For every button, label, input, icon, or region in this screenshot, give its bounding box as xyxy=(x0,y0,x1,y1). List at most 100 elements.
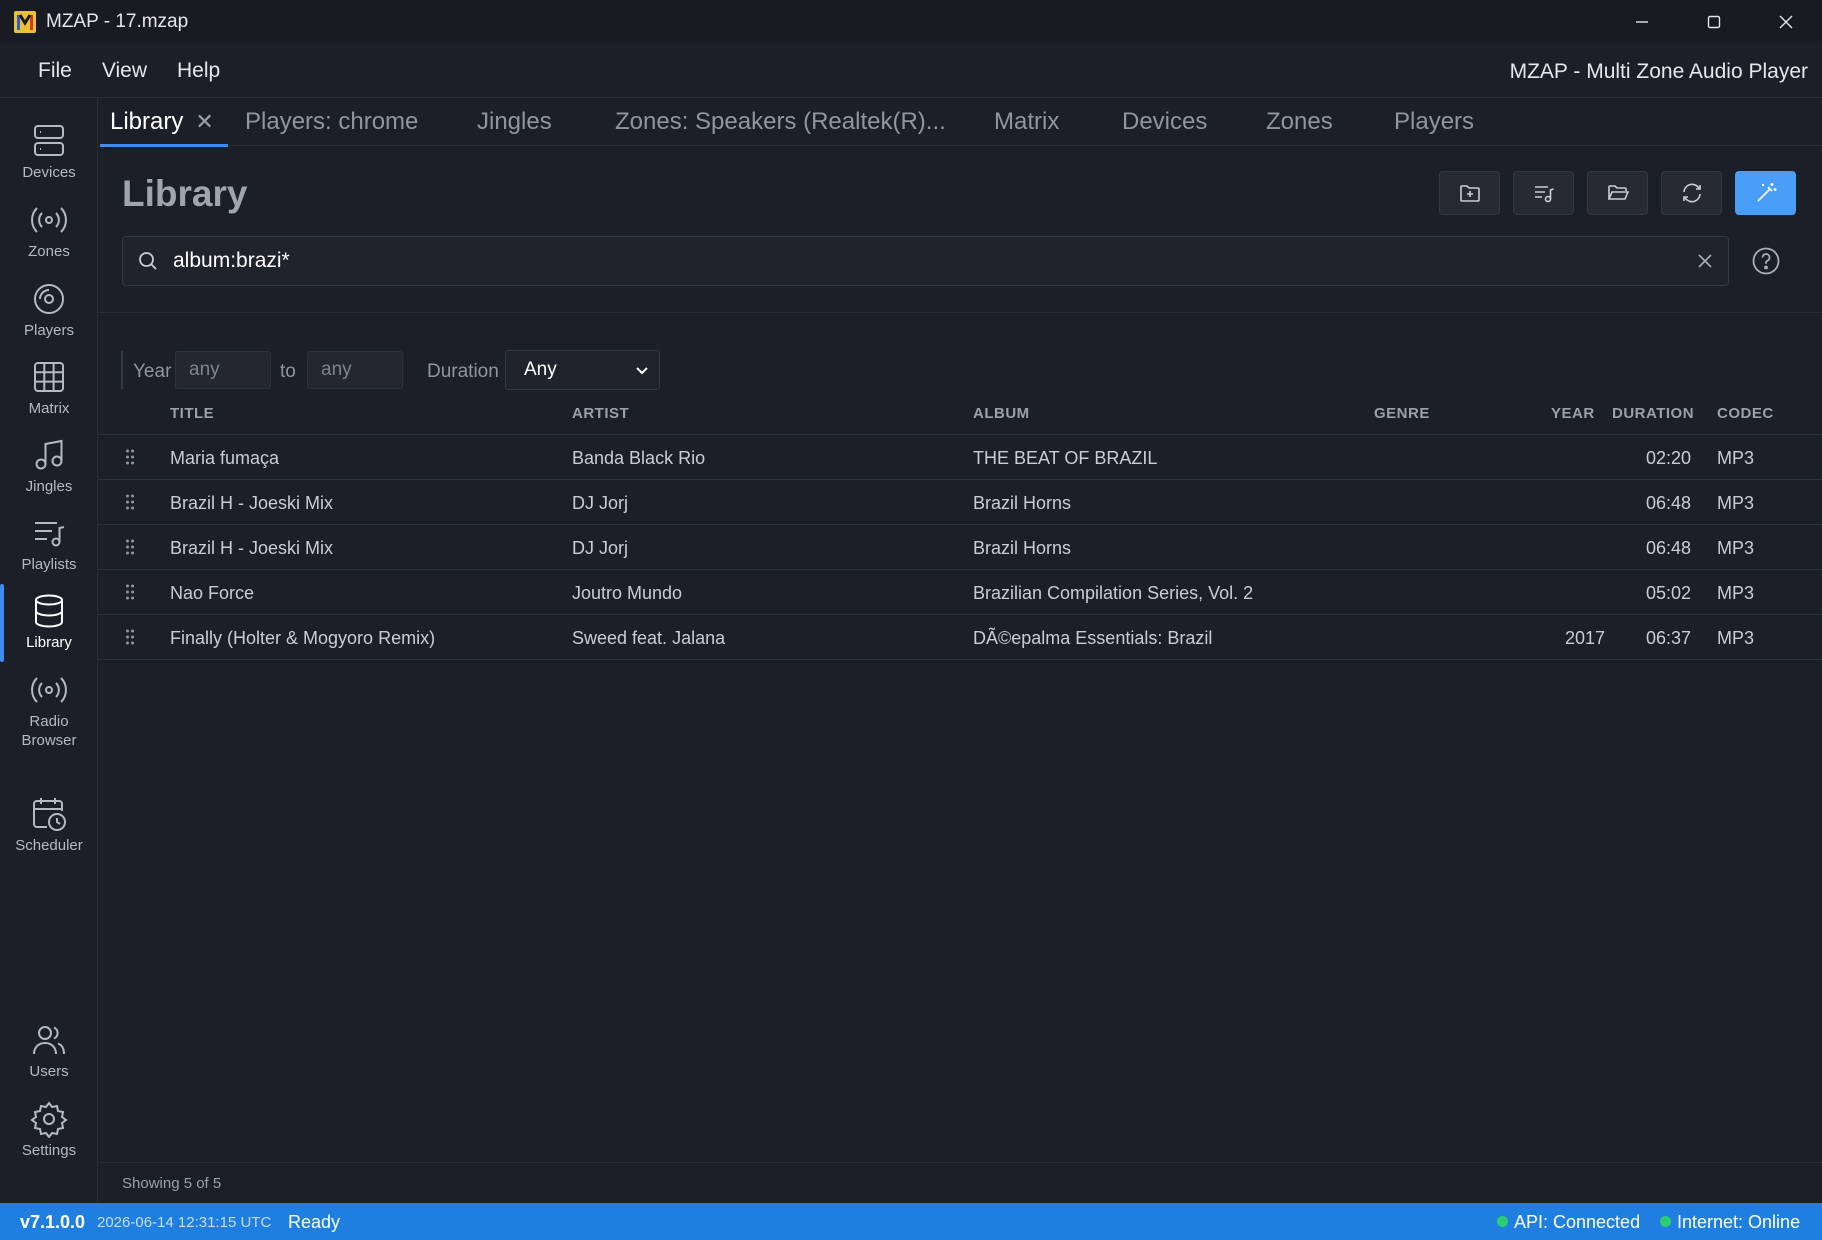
sidebar-item-settings[interactable]: Settings xyxy=(0,1100,98,1160)
gear-icon xyxy=(30,1101,68,1138)
year-to-input[interactable]: any xyxy=(307,351,403,389)
to-label: to xyxy=(280,361,296,382)
drag-handle-icon[interactable] xyxy=(125,583,135,601)
sidebar-item-scheduler[interactable]: Scheduler xyxy=(0,795,98,855)
cell-artist: Sweed feat. Jalana xyxy=(572,628,726,648)
add-to-playlist-button[interactable] xyxy=(1513,171,1574,215)
app-name: MZAP - Multi Zone Audio Player xyxy=(1509,60,1808,83)
menu-help[interactable]: Help xyxy=(177,59,220,83)
online-indicator-icon xyxy=(1660,1216,1671,1227)
year-from-input[interactable]: any xyxy=(175,351,271,389)
column-header-artist[interactable]: ARTIST xyxy=(572,405,629,422)
duration-selected-value: Any xyxy=(524,359,557,380)
tab-players-chrome[interactable]: Players: chrome xyxy=(245,98,418,146)
users-icon xyxy=(33,1026,65,1055)
tab-label: Zones xyxy=(1266,108,1333,135)
internet-status-label: Internet: Online xyxy=(1677,1212,1801,1232)
clear-search-button[interactable] xyxy=(1692,248,1718,274)
cell-duration: 06:37 xyxy=(1645,628,1691,648)
tab-devices[interactable]: Devices xyxy=(1122,98,1207,146)
version-label: v7.1.0.0 xyxy=(20,1212,86,1232)
column-header-genre[interactable]: GENRE xyxy=(1374,405,1430,422)
tab-matrix[interactable]: Matrix xyxy=(994,98,1059,146)
table-row[interactable]: Brazil H - Joeski Mix DJ Jorj Brazil Horns… xyxy=(98,525,1822,570)
column-header-title[interactable]: TITLE xyxy=(170,405,214,422)
table-header: TITLE ARTIST ALBUM GENRE YEAR DURATION C… xyxy=(98,395,1822,435)
devices-icon xyxy=(34,125,64,156)
close-icon xyxy=(1698,254,1712,268)
app-window: MZAP - 17.mzap File View Help MZAP - Mul… xyxy=(0,0,1822,1240)
add-folder-button[interactable] xyxy=(1439,171,1500,215)
tab-players[interactable]: Players xyxy=(1394,98,1474,146)
cell-duration: 05:02 xyxy=(1645,583,1691,603)
api-status-label: API: Connected xyxy=(1514,1212,1641,1232)
column-header-codec[interactable]: CODEC xyxy=(1717,405,1774,422)
column-header-duration[interactable]: DURATION xyxy=(1612,405,1694,422)
drag-handle-icon[interactable] xyxy=(125,538,135,556)
tab-label: Players xyxy=(1394,108,1475,135)
music-note-icon xyxy=(35,439,63,470)
api-status: API: Connected xyxy=(1497,1212,1640,1233)
cell-title: Brazil H - Joeski Mix xyxy=(170,493,334,513)
tab-label: Jingles xyxy=(477,108,552,135)
tab-close-icon[interactable]: ✕ xyxy=(195,109,213,135)
cell-year: 2017 xyxy=(1564,628,1605,648)
table-row[interactable]: Finally (Holter & Mogyoro Remix) Sweed fe… xyxy=(98,615,1822,660)
sidebar-item-jingles[interactable]: Jingles xyxy=(0,436,98,496)
column-header-year[interactable]: YEAR xyxy=(1551,405,1595,422)
help-icon[interactable] xyxy=(1751,246,1781,276)
disc-icon xyxy=(34,284,64,314)
minimize-button[interactable] xyxy=(1606,0,1678,44)
sidebar-item-library[interactable]: Library xyxy=(0,584,98,662)
tab-label: Matrix xyxy=(994,108,1060,135)
sidebar-item-users[interactable]: Users xyxy=(0,1021,98,1081)
title-bar: MZAP - 17.mzap xyxy=(0,0,1822,44)
sidebar-item-radio-browser[interactable]: Radio Browser xyxy=(0,671,98,750)
cell-title: Maria fumaça xyxy=(170,448,280,468)
table-row[interactable]: Brazil H - Joeski Mix DJ Jorj Brazil Horns… xyxy=(98,480,1822,525)
drag-handle-icon[interactable] xyxy=(125,448,135,466)
close-window-button[interactable] xyxy=(1750,0,1822,44)
cell-title: Finally (Holter & Mogyoro Remix) xyxy=(170,628,436,648)
playlist-icon xyxy=(35,522,65,547)
sidebar-item-zones[interactable]: Zones xyxy=(0,201,98,261)
tab-zones-speakers[interactable]: Zones: Speakers (Realtek(R)... xyxy=(615,98,946,146)
table-body: Maria fumaça Banda Black Rio THE BEAT OF B… xyxy=(98,435,1822,660)
sidebar-item-devices[interactable]: Devices xyxy=(0,122,98,182)
tab-label: Players: chrome xyxy=(245,108,419,135)
maximize-button[interactable] xyxy=(1678,0,1750,44)
sidebar-label: Matrix xyxy=(28,400,70,417)
tab-jingles[interactable]: Jingles xyxy=(477,98,552,146)
open-folder-button[interactable] xyxy=(1587,171,1648,215)
sidebar-item-playlists[interactable]: Playlists xyxy=(0,514,98,574)
close-icon xyxy=(1779,15,1793,29)
drag-handle-icon[interactable] xyxy=(125,628,135,646)
tab-zones[interactable]: Zones xyxy=(1266,98,1333,146)
maximize-icon xyxy=(1707,15,1721,29)
drag-handle-icon[interactable] xyxy=(125,493,135,511)
table-row[interactable]: Nao Force Joutro Mundo Brazilian Compilati… xyxy=(98,570,1822,615)
search-input[interactable]: album:brazi* xyxy=(173,249,290,273)
sidebar-label: Users xyxy=(29,1063,69,1080)
sidebar-item-matrix[interactable]: Matrix xyxy=(0,358,98,418)
menu-view[interactable]: View xyxy=(102,59,147,83)
cell-title: Nao Force xyxy=(170,583,255,603)
magic-wand-icon xyxy=(1756,183,1776,202)
column-header-album[interactable]: ALBUM xyxy=(973,405,1030,422)
sidebar-label: Library xyxy=(26,634,72,651)
table-row[interactable]: Maria fumaça Banda Black Rio THE BEAT OF B… xyxy=(98,435,1822,480)
cell-album: DÃ©epalma Essentials: Brazil xyxy=(973,628,1213,648)
sidebar-item-players[interactable]: Players xyxy=(0,280,98,340)
menu-file[interactable]: File xyxy=(38,59,72,83)
refresh-icon xyxy=(1682,183,1701,203)
duration-select[interactable]: Any xyxy=(505,350,660,390)
library-search[interactable]: album:brazi* xyxy=(122,236,1729,286)
refresh-button[interactable] xyxy=(1661,171,1722,215)
magic-wand-button[interactable] xyxy=(1735,171,1796,215)
tab-library[interactable]: Library ✕ xyxy=(100,98,228,147)
results-count: Showing 5 of 5 xyxy=(122,1175,222,1192)
folder-open-icon xyxy=(1607,185,1629,200)
cell-codec: MP3 xyxy=(1717,493,1755,513)
minimize-icon xyxy=(1636,21,1648,23)
app-logo-icon xyxy=(13,10,37,34)
